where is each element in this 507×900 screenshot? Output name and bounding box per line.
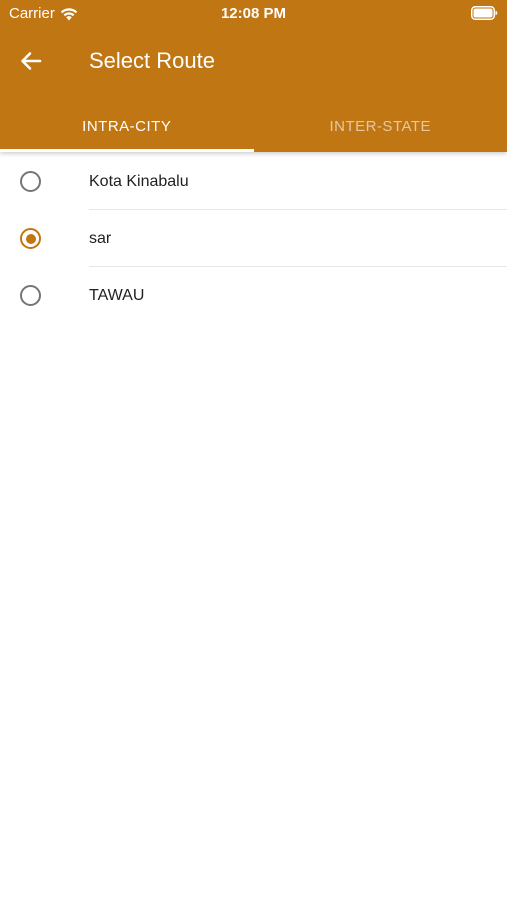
tab-intra-city[interactable]: INTRA-CITY xyxy=(0,100,254,152)
route-item-sar[interactable]: sar xyxy=(0,210,507,267)
page-title: Select Route xyxy=(89,48,215,73)
route-item-kota-kinabalu[interactable]: Kota Kinabalu xyxy=(0,153,507,210)
radio-button-selected[interactable] xyxy=(20,228,41,249)
back-button[interactable] xyxy=(14,44,48,78)
tab-indicator xyxy=(0,149,254,152)
arrow-back-icon xyxy=(21,52,42,70)
tab-intra-city-label: INTRA-CITY xyxy=(82,117,172,135)
route-label: sar xyxy=(89,229,112,247)
battery-icon xyxy=(471,6,498,20)
radio-button[interactable] xyxy=(20,171,41,192)
radio-button[interactable] xyxy=(20,285,41,306)
route-label: Kota Kinabalu xyxy=(89,172,189,190)
tab-bar: INTRA-CITY INTER-STATE xyxy=(0,100,507,152)
route-label: TAWAU xyxy=(89,286,145,304)
screen: Carrier 12:08 PM Select Route INTRA-CITY… xyxy=(0,0,507,900)
status-bar: Carrier 12:08 PM xyxy=(0,0,507,30)
tab-inter-state-label: INTER-STATE xyxy=(329,117,432,135)
app-bar: Carrier 12:08 PM Select Route INTRA-CITY… xyxy=(0,0,507,152)
status-time: 12:08 PM xyxy=(220,5,287,22)
route-list: Kota Kinabalu sar TAWAU xyxy=(0,153,507,324)
tab-inter-state[interactable]: INTER-STATE xyxy=(254,100,507,152)
route-item-tawau[interactable]: TAWAU xyxy=(0,267,507,324)
